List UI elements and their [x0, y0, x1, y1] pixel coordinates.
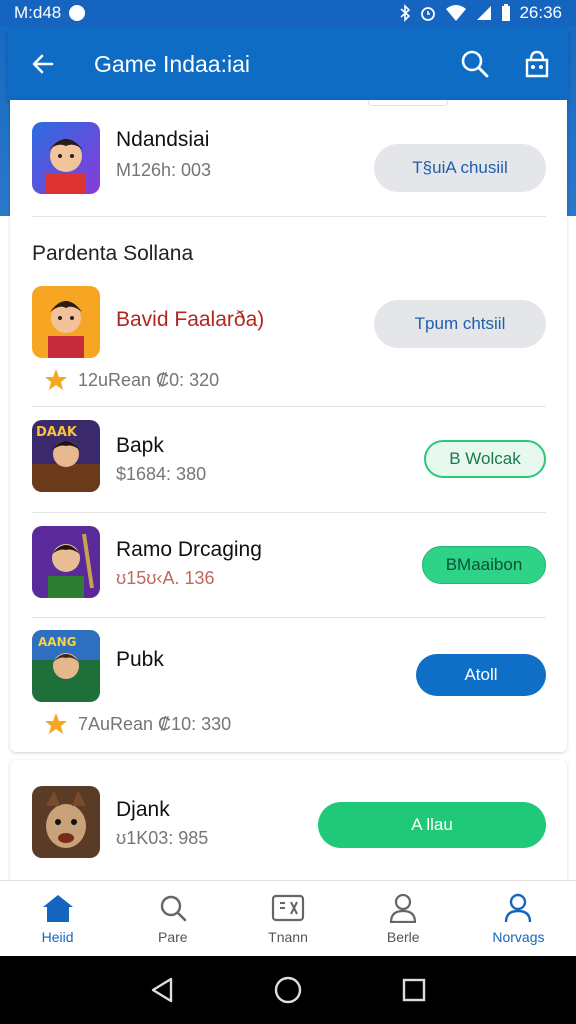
search-icon [160, 895, 187, 921]
nav-item-profile[interactable]: Berle [346, 881, 461, 956]
status-bar: M:d48 26:36 [0, 0, 576, 26]
item-name: Ndandsiai [116, 128, 210, 151]
search-button[interactable] [444, 28, 506, 100]
section-title: Pardenta Sollana [32, 242, 194, 265]
recents-square-icon[interactable] [401, 977, 427, 1003]
divider [32, 512, 546, 513]
nav-label: Norvags [492, 928, 545, 945]
library-icon [271, 894, 305, 921]
install-button[interactable]: Tpum chtsiil [374, 300, 546, 348]
game-thumbnail [32, 526, 100, 598]
nav-label: Heiid [41, 928, 74, 945]
item-name: Ramo Drcaging [116, 538, 262, 561]
install-button[interactable]: BMaaibon [422, 546, 546, 584]
install-button[interactable]: Atoll [416, 654, 546, 696]
status-time-right: 26:36 [519, 3, 562, 22]
game-thumbnail: AANG [32, 630, 100, 702]
store-button[interactable] [506, 28, 568, 100]
star-icon [45, 369, 67, 390]
back-triangle-icon[interactable] [149, 976, 175, 1004]
app-bar: Game Indaa:iai [8, 28, 568, 100]
alarm-icon [421, 7, 436, 21]
nav-label: Tnann [268, 928, 308, 945]
svg-text:AANG: AANG [38, 635, 76, 649]
game-thumbnail: DAAK [32, 420, 100, 492]
bluetooth-icon [400, 4, 411, 22]
star-icon [45, 713, 67, 734]
item-name: Bavid Faalarða) [116, 308, 265, 331]
list-item[interactable]: DAAK Bapk $1684: 380 B Wolcak [32, 420, 546, 500]
divider [32, 617, 546, 618]
item-name: Djank [116, 798, 170, 821]
install-button[interactable]: A llau [318, 802, 546, 848]
list-item[interactable]: AANG Pubk 7AuRean ₡10: 330 Atoll [32, 630, 546, 740]
game-thumbnail [32, 122, 100, 194]
rating: 12uRean ₡0: 320 [44, 368, 219, 392]
signal-icon [477, 6, 492, 20]
wifi-icon [446, 5, 467, 21]
notification-icon [69, 5, 86, 21]
page-title: Game Indaa:iai [94, 50, 250, 77]
list-item[interactable]: Ramo Drcaging ʊ15ʊ‹A. 136 BMaaibon [32, 526, 546, 606]
item-subtitle: $1684: 380 [116, 464, 207, 484]
svg-text:DAAK: DAAK [36, 425, 78, 440]
divider [32, 216, 546, 217]
install-button[interactable]: T§uiA chusiil [374, 144, 546, 192]
featured-card: Djank ʊ1K03: 985 A llau [10, 760, 567, 885]
rating: 7AuRean ₡10: 330 [44, 712, 231, 736]
nav-label: Berle [386, 928, 420, 945]
divider [32, 406, 546, 407]
item-subtitle: M126h: 003 [116, 160, 212, 180]
status-time-left: M:d48 [14, 3, 62, 22]
item-subtitle: ʊ15ʊ‹A. 136 [116, 568, 215, 588]
item-name: Bapk [116, 434, 164, 457]
apps-card: Ndandsiai M126h: 003 T§uiA chusiil Parde… [10, 100, 567, 752]
list-item[interactable]: Bavid Faalarða) 12uRean ₡0: 320 Tpum cht… [32, 286, 546, 396]
game-thumbnail [32, 786, 100, 858]
battery-icon [502, 4, 511, 21]
nav-item-library[interactable]: Tnann [230, 881, 345, 956]
install-button[interactable]: B Wolcak [424, 440, 546, 478]
account-icon [505, 893, 532, 922]
nav-label: Pare [158, 928, 188, 945]
rating-text: 12uRean ₡0: 320 [78, 369, 220, 390]
arrow-left-icon [32, 54, 54, 74]
back-button[interactable] [8, 28, 78, 100]
bottom-navigation: Heiid Pare Tnann Berle Norvags [0, 880, 576, 956]
tab-hint [368, 100, 448, 106]
list-item[interactable]: Ndandsiai M126h: 003 T§uiA chusiil [32, 120, 546, 196]
nav-item-search[interactable]: Pare [115, 881, 230, 956]
item-subtitle: ʊ1K03: 985 [116, 828, 209, 848]
item-name: Pubk [116, 648, 164, 671]
rating-text: 7AuRean ₡10: 330 [78, 713, 232, 734]
nav-item-account[interactable]: Norvags [461, 881, 576, 956]
list-item[interactable]: Djank ʊ1K03: 985 A llau [32, 786, 546, 866]
home-icon [42, 894, 73, 922]
home-circle-icon[interactable] [273, 975, 303, 1005]
nav-item-home[interactable]: Heiid [0, 881, 115, 956]
game-thumbnail [32, 286, 100, 358]
system-navigation [0, 956, 576, 1024]
store-icon [525, 50, 549, 78]
search-icon [461, 50, 489, 78]
person-icon [390, 893, 417, 923]
